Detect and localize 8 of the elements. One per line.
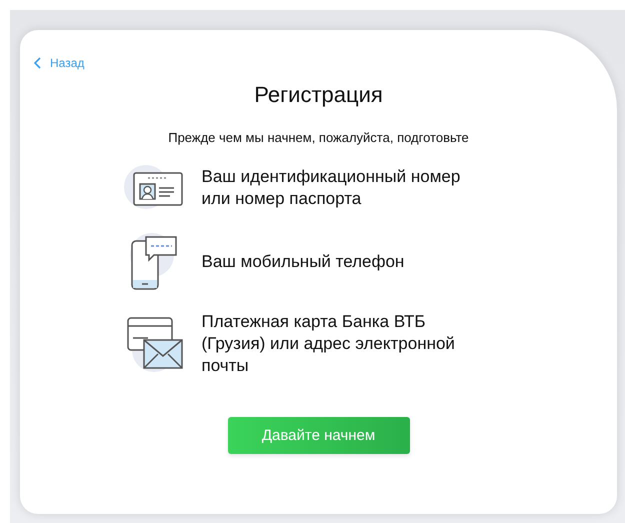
requirement-text: Ваш идентификационный номер или номер паспорта (202, 166, 462, 210)
subtitle: Прежде чем мы начнем, пожалуйста, подготовьте (168, 130, 469, 145)
back-link[interactable]: Назад (34, 56, 84, 70)
requirement-text: Ваш мобильный телефон (202, 251, 406, 273)
start-button[interactable]: Давайте начнем (228, 417, 410, 454)
requirement-text: Платежная карта Банка ВТБ (Грузия) или адрес электронной почты (202, 311, 456, 377)
page-title: Регистрация (254, 82, 383, 108)
chevron-left-icon (34, 57, 42, 69)
